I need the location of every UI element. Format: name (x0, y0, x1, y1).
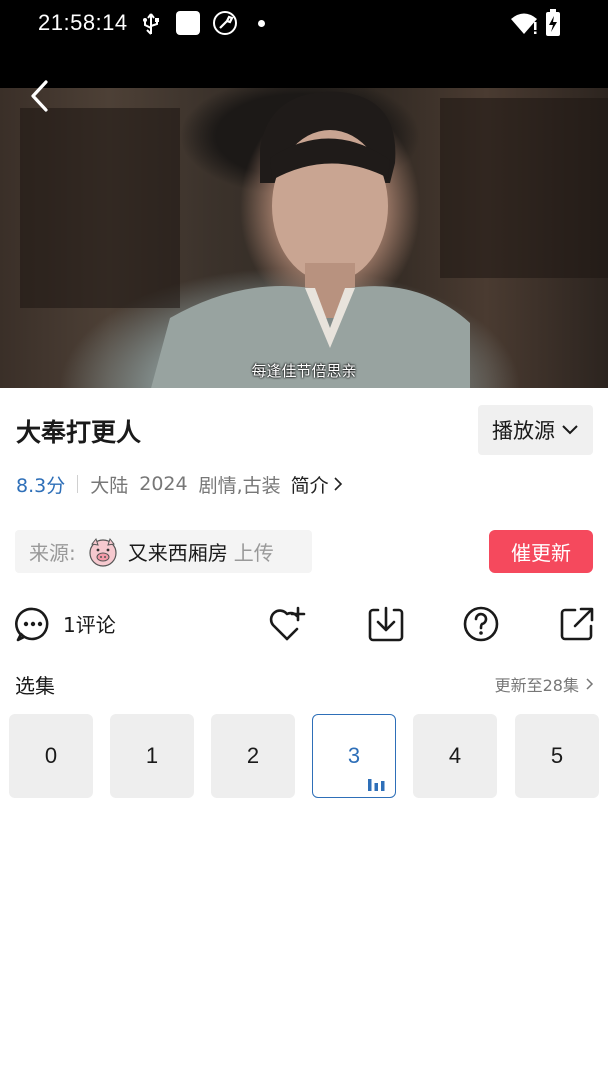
episodes-more-label: 更新至28集 (494, 676, 579, 695)
chevron-down-icon (562, 425, 578, 435)
episode-number: 0 (44, 743, 58, 768)
episode-number: 1 (145, 743, 159, 768)
intro-link[interactable]: 简介 (291, 471, 343, 498)
status-bar: 21:58:14 (0, 0, 608, 46)
episode-chip[interactable]: 5 (515, 714, 599, 798)
video-player[interactable]: 每逢佳节倍思亲 (0, 46, 608, 388)
intro-label: 简介 (290, 474, 329, 497)
favorite-add-icon[interactable] (267, 604, 307, 644)
episodes-title: 选集 (15, 674, 55, 698)
comment-count[interactable]: 1评论 (63, 609, 116, 638)
play-source-label: 播放源 (492, 419, 555, 443)
episode-number: 5 (550, 743, 564, 768)
episode-number: 3 (347, 743, 361, 768)
uploader-prefix: 来源: (29, 541, 76, 565)
uploader-info[interactable]: 来源: 又来西厢房 上传 (15, 530, 312, 573)
chevron-right-icon (334, 477, 342, 491)
video-subtitle: 每逢佳节倍思亲 (251, 362, 357, 380)
episode-chip[interactable]: 1 (110, 714, 194, 798)
urge-update-button[interactable]: 催更新 (489, 530, 593, 573)
wifi-icon (511, 13, 537, 34)
playing-bars-icon (368, 779, 385, 791)
episode-chip-selected[interactable]: 3 (312, 714, 396, 798)
avatar (89, 537, 117, 567)
divider (77, 475, 79, 493)
character-figure (151, 91, 470, 388)
video-frame[interactable]: 每逢佳节倍思亲 (0, 88, 608, 388)
battery-charging-icon (546, 9, 560, 36)
episodes-more-link[interactable]: 更新至28集 (495, 672, 594, 696)
square-notification-icon (176, 11, 200, 35)
episode-number: 2 (246, 743, 260, 768)
year: 2024 (139, 473, 188, 495)
show-meta: 8.3分 大陆 2024 剧情,古装 简介 (16, 470, 343, 498)
chevron-right-icon (586, 678, 594, 690)
episode-chip[interactable]: 0 (9, 714, 93, 798)
episode-chip[interactable]: 2 (211, 714, 295, 798)
share-icon[interactable] (557, 604, 597, 644)
uploader-name: 又来西厢房 (127, 541, 228, 565)
usb-icon (143, 13, 159, 35)
region: 大陆 (90, 474, 129, 497)
comment-icon[interactable] (13, 604, 53, 644)
status-time: 21:58:14 (38, 10, 128, 35)
genres: 剧情,古装 (198, 474, 281, 497)
uploader-suffix: 上传 (233, 541, 274, 565)
wrench-icon (213, 11, 237, 35)
episode-number: 4 (448, 743, 462, 768)
chevron-left-icon[interactable] (24, 76, 56, 116)
download-icon[interactable] (366, 604, 406, 644)
play-source-button[interactable]: 播放源 (478, 405, 593, 455)
show-title: 大奉打更人 (16, 418, 142, 447)
score: 8.3分 (16, 474, 66, 497)
episode-chip[interactable]: 4 (413, 714, 497, 798)
help-icon[interactable] (461, 604, 501, 644)
dot-icon (258, 20, 265, 27)
